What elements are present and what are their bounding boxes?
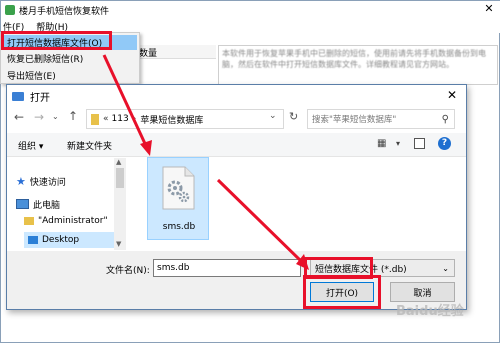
annotation-arrows: [102, 54, 309, 270]
arrow-file-to-filetype: [216, 178, 304, 264]
watermark: Baidu经验: [396, 304, 464, 319]
arrow-menu-to-file: [102, 54, 149, 149]
arrowhead-file: [140, 140, 152, 156]
